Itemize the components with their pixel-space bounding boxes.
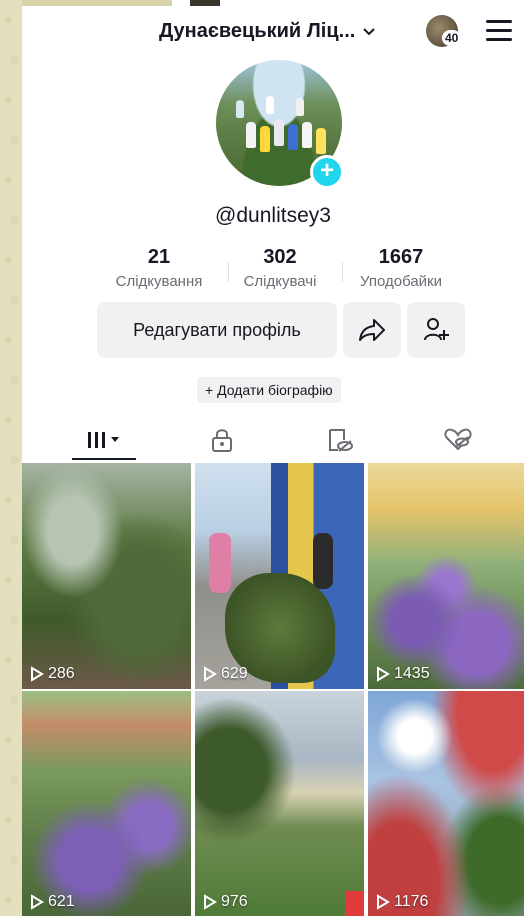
view-count: 621 xyxy=(30,893,75,911)
avatar-figure xyxy=(288,124,298,150)
share-profile-button[interactable] xyxy=(343,302,401,358)
avatar-figure xyxy=(266,96,274,114)
stat-label: Слідкувачі xyxy=(243,273,317,290)
lock-icon xyxy=(212,429,232,452)
stat-divider xyxy=(342,262,343,282)
view-count: 629 xyxy=(203,665,248,683)
video-grid: 286 629 1435 621 976 1176 xyxy=(22,463,524,916)
thumbnail-person xyxy=(209,533,231,593)
tab-reposts[interactable] xyxy=(316,418,364,462)
add-user-icon xyxy=(424,318,449,341)
video-thumbnail[interactable]: 1176 xyxy=(368,691,524,916)
view-count: 1435 xyxy=(376,665,430,683)
play-icon xyxy=(204,666,217,682)
play-icon xyxy=(31,894,44,910)
notification-badge: 40 xyxy=(442,30,462,46)
video-thumbnail[interactable]: 976 xyxy=(195,691,364,916)
view-count-value: 629 xyxy=(221,665,248,682)
video-thumbnail[interactable]: 621 xyxy=(22,691,191,916)
top-strip-dark xyxy=(190,0,220,6)
active-tab-indicator xyxy=(72,458,136,460)
top-strip xyxy=(22,0,172,6)
add-bio-button[interactable]: + Додати біографію xyxy=(197,377,341,403)
tab-videos[interactable] xyxy=(72,418,136,462)
video-thumbnail[interactable]: 1435 xyxy=(368,463,524,689)
stat-label: Слідкування xyxy=(115,273,203,290)
add-friends-button[interactable] xyxy=(407,302,465,358)
view-count-value: 1176 xyxy=(394,893,429,910)
reposts-icon xyxy=(329,429,353,452)
play-icon xyxy=(377,894,390,910)
grid-icon xyxy=(88,432,119,448)
stat-label: Уподобайки xyxy=(360,273,442,290)
video-thumbnail[interactable]: 629 xyxy=(195,463,364,689)
avatar-figure xyxy=(236,100,244,118)
edit-profile-button[interactable]: Редагувати профіль xyxy=(97,302,337,358)
thumbnail-person xyxy=(313,533,333,589)
liked-hidden-icon xyxy=(444,428,472,451)
stat-following[interactable]: 21 Слідкування xyxy=(94,246,224,290)
avatar-figure xyxy=(246,122,256,148)
tab-private[interactable] xyxy=(198,418,246,462)
view-count: 286 xyxy=(30,665,75,683)
view-count: 1176 xyxy=(376,893,428,911)
profile-stats: 21 Слідкування 302 Слідкувачі 1667 Уподо… xyxy=(22,246,524,294)
avatar-figure xyxy=(274,120,284,146)
avatar-figure xyxy=(302,122,312,148)
hamburger-menu-icon[interactable] xyxy=(486,20,512,42)
chevron-down-icon xyxy=(363,27,376,35)
view-count-value: 976 xyxy=(221,893,248,910)
thumbnail-red-object xyxy=(345,891,364,916)
profile-handle: @dunlitsey3 xyxy=(215,204,331,227)
add-photo-button[interactable]: + xyxy=(310,155,344,189)
stat-value: 302 xyxy=(263,246,297,268)
stat-value: 1667 xyxy=(378,246,424,268)
avatar-figure xyxy=(316,128,326,154)
content-tabs xyxy=(22,418,524,462)
avatar-figure xyxy=(296,98,304,116)
video-thumbnail[interactable]: 286 xyxy=(22,463,191,689)
stat-value: 21 xyxy=(147,246,171,268)
stat-likes[interactable]: 1667 Уподобайки xyxy=(336,246,466,290)
play-icon xyxy=(204,894,217,910)
profile-header: Дунаєвецький Ліц... 40 xyxy=(22,14,524,50)
stat-followers[interactable]: 302 Слідкувачі xyxy=(215,246,345,290)
play-icon xyxy=(377,666,390,682)
view-count-value: 286 xyxy=(48,665,75,682)
view-count-value: 621 xyxy=(48,893,75,910)
account-switcher[interactable]: Дунаєвецький Ліц... xyxy=(159,20,376,43)
share-icon xyxy=(359,319,385,341)
stat-divider xyxy=(228,262,229,282)
account-name: Дунаєвецький Ліц... xyxy=(159,20,356,42)
tab-liked[interactable] xyxy=(434,418,482,462)
view-count-value: 1435 xyxy=(394,665,430,682)
play-icon xyxy=(31,666,44,682)
avatar-figure xyxy=(260,126,270,152)
view-count: 976 xyxy=(203,893,248,911)
app-screen: Дунаєвецький Ліц... 40 + @dunlitsey3 21 … xyxy=(22,0,524,916)
